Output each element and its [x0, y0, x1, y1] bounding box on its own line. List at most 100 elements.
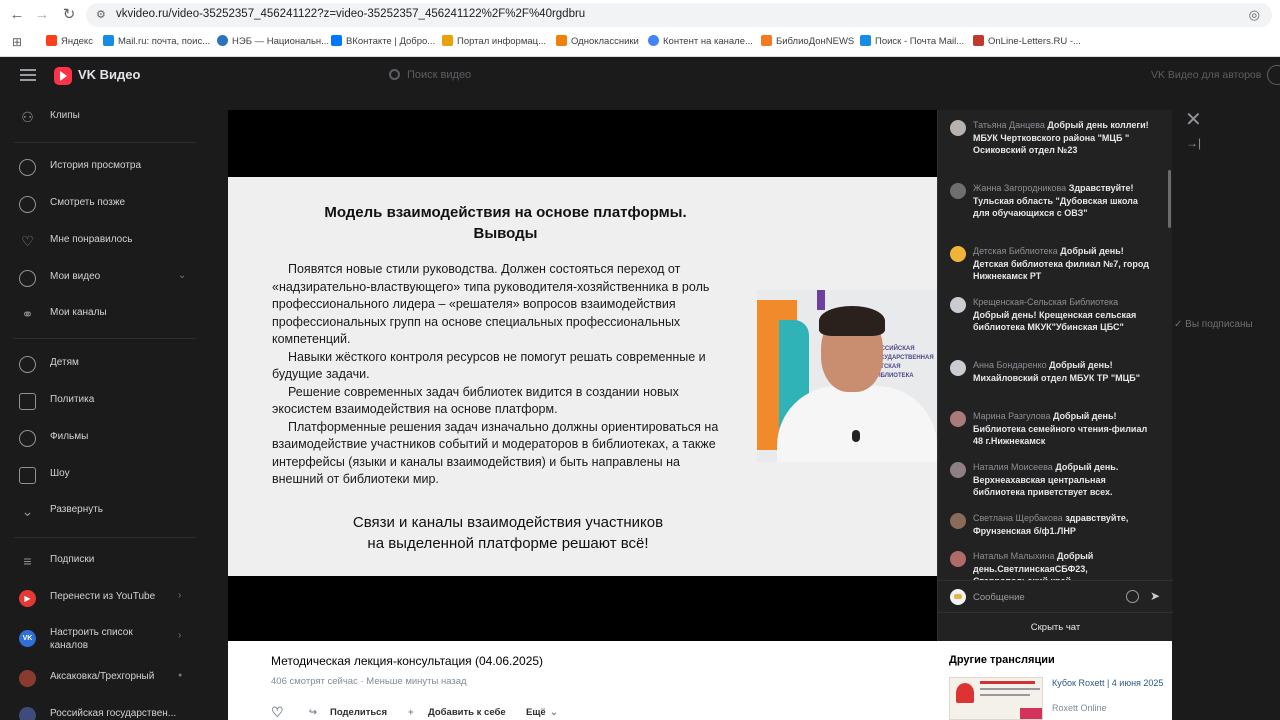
sidebar-item-expand[interactable]: ⌄ Развернуть — [0, 496, 200, 526]
more-button[interactable]: Ещё — [526, 707, 546, 718]
add-to-library-button[interactable]: Добавить к себе — [428, 707, 506, 718]
sidebar-item-history[interactable]: История просмотра — [0, 152, 200, 182]
sidebar-item-configure-channels[interactable]: VK Настроить список каналов › — [0, 623, 200, 657]
collapse-panel-icon[interactable]: →| — [1186, 136, 1201, 150]
eye-off-icon[interactable]: ◎ — [1249, 7, 1260, 23]
menu-icon[interactable] — [20, 69, 36, 81]
avatar[interactable] — [950, 411, 966, 427]
subscribed-status[interactable]: ✓ Вы подписаны — [1174, 319, 1253, 330]
back-icon[interactable]: ← — [8, 6, 26, 24]
sidebar-item-films[interactable]: Фильмы — [0, 423, 200, 453]
slide-body: Появятся новые стили руководства. Должен… — [272, 261, 732, 489]
vk-video-logo-icon[interactable] — [54, 67, 72, 85]
divider — [14, 142, 196, 143]
sidebar-item-watch-later[interactable]: Смотреть позже — [0, 189, 200, 219]
bookmark-favicon-icon — [648, 35, 659, 46]
avatar[interactable] — [950, 120, 966, 136]
emoji-icon[interactable] — [1126, 590, 1139, 603]
chevron-down-icon[interactable]: ⌄ — [178, 270, 186, 281]
heart-icon: ♡ — [21, 233, 34, 249]
chat-author[interactable]: Наталия Моисеева — [973, 462, 1053, 472]
sidebar-item-clips[interactable]: ⚇ Клипы — [0, 102, 200, 132]
avatar[interactable] — [950, 513, 966, 529]
stream-thumbnail[interactable] — [949, 677, 1043, 720]
chat-author[interactable]: Светлана Щербакова — [973, 513, 1063, 523]
sidebar-item-politics[interactable]: Политика — [0, 386, 200, 416]
bookmark-favicon-icon — [442, 35, 453, 46]
bookmark-neb[interactable]: НЭБ — Национальн... — [217, 34, 329, 50]
thumbnail-shape — [956, 683, 974, 703]
avatar[interactable] — [950, 551, 966, 567]
politics-icon — [19, 393, 36, 410]
apps-icon[interactable]: ⊞ — [12, 34, 22, 50]
sidebar-item-liked[interactable]: ♡ Мне понравилось — [0, 226, 200, 256]
bookmark-mailru[interactable]: Mail.ru: почта, поис... — [103, 34, 210, 50]
slide-paragraph: Навыки жёсткого контроля ресурсов не пом… — [272, 349, 706, 382]
chat-text: Добрый день! Крещенская сельская библиот… — [973, 309, 1137, 333]
search-input[interactable]: Поиск видео — [407, 69, 471, 81]
address-bar[interactable]: ⚙ vkvideo.ru/video-35252357_456241122?z=… — [86, 3, 1272, 27]
avatar[interactable] — [950, 462, 966, 478]
slide-conclusion-line: на выделенной платформе решают всё! — [367, 535, 649, 552]
slide-conclusion-line: Связи и каналы взаимодействия участников — [352, 514, 664, 531]
bookmark-ok[interactable]: Одноклассники — [556, 34, 639, 50]
authors-link[interactable]: VK Видео для авторов — [1151, 69, 1261, 81]
vk-icon: VK — [19, 630, 36, 647]
bookmark-favicon-icon — [860, 35, 871, 46]
avatar[interactable] — [950, 360, 966, 376]
site-settings-icon[interactable]: ⚙ — [96, 8, 106, 21]
meta-separator: · — [360, 676, 364, 687]
share-button[interactable]: Поделиться — [330, 707, 387, 718]
video-meta: 406 смотрят сейчас · Меньше минуты назад — [271, 676, 467, 687]
user-avatar[interactable] — [1267, 65, 1280, 85]
send-icon[interactable]: ➤ — [1150, 589, 1160, 603]
chat-author[interactable]: Татьяна Данцева — [973, 120, 1045, 130]
bookmark-bibliodon[interactable]: БиблиоДонNEWS — [761, 34, 854, 50]
chat-scrollbar[interactable] — [1168, 170, 1171, 228]
avatar[interactable] — [950, 183, 966, 199]
backdrop-shape — [817, 290, 825, 310]
thumbnail-shape — [980, 681, 1035, 684]
slide-paragraph: Платформенные решения задач изначально д… — [272, 419, 719, 487]
video-info: Методическая лекция-консультация (04.06.… — [228, 641, 937, 720]
sidebar-item-youtube-import[interactable]: ▶ Перенести из YouTube › — [0, 583, 200, 613]
slide-title: Модель взаимодействия на основе платформ… — [248, 202, 763, 244]
sidebar-item-shows[interactable]: Шоу — [0, 460, 200, 490]
video-player[interactable]: Модель взаимодействия на основе платформ… — [228, 110, 937, 641]
bookmark-vk[interactable]: ВКонтакте | Добро... — [331, 34, 435, 50]
chat-message-input[interactable]: Сообщение — [973, 592, 1025, 603]
forward-icon[interactable]: → — [33, 6, 51, 24]
bookmark-yandex[interactable]: Яндекс — [46, 34, 93, 50]
bookmark-favicon-icon — [556, 35, 567, 46]
close-icon[interactable]: ✕ — [1185, 110, 1202, 130]
sidebar-item-my-channels[interactable]: ⚭ Мои каналы — [0, 299, 200, 329]
hide-chat-button[interactable]: Скрыть чат — [938, 612, 1173, 641]
sidebar-item-channel-aksakovka[interactable]: Аксаковка/Трехгорный ● — [0, 663, 200, 693]
stream-channel[interactable]: Roxett Online — [1052, 703, 1107, 713]
sidebar-item-subscriptions[interactable]: ≡ Подписки — [0, 546, 200, 576]
sidebar-item-channel-rgdb[interactable]: Российская государствен... — [0, 700, 200, 720]
chat-author[interactable]: Анна Бондаренко — [973, 360, 1047, 370]
stream-title-link[interactable]: Кубок Roxett | 4 июня 2025 — [1052, 677, 1167, 689]
chevron-down-icon: ⌄ — [21, 503, 34, 519]
avatar[interactable] — [950, 246, 966, 262]
bookmark-online-letters[interactable]: OnLine-Letters.RU -... — [973, 34, 1081, 50]
chat-author[interactable]: Марина Разгулова — [973, 411, 1050, 421]
sidebar-item-my-videos[interactable]: Мои видео ⌄ — [0, 263, 200, 293]
my-videos-icon — [19, 270, 36, 287]
chat-author[interactable]: Жанна Загородникова — [973, 183, 1066, 193]
thumbnail-shape — [980, 688, 1040, 690]
chat-author[interactable]: Наталья Малыхина — [973, 551, 1054, 561]
app-title[interactable]: VK Видео — [78, 67, 140, 82]
chat-author[interactable]: Крещенская-Сельская Библиотека — [973, 297, 1118, 307]
chat-messages[interactable]: Татьяна Данцева Добрый день коллеги! МБУ… — [938, 110, 1173, 580]
sidebar-item-kids[interactable]: Детям — [0, 349, 200, 379]
bookmark-portal[interactable]: Портал информац... — [442, 34, 546, 50]
chat-author[interactable]: Детская Библиотека — [973, 246, 1058, 256]
bookmark-mail-search[interactable]: Поиск - Почта Mail... — [860, 34, 964, 50]
avatar[interactable] — [950, 297, 966, 313]
like-icon[interactable]: ♡ — [271, 704, 284, 720]
bookmark-google[interactable]: Контент на канале... — [648, 34, 753, 50]
presenter-body — [777, 386, 937, 462]
reload-icon[interactable]: ↻ — [60, 6, 78, 24]
